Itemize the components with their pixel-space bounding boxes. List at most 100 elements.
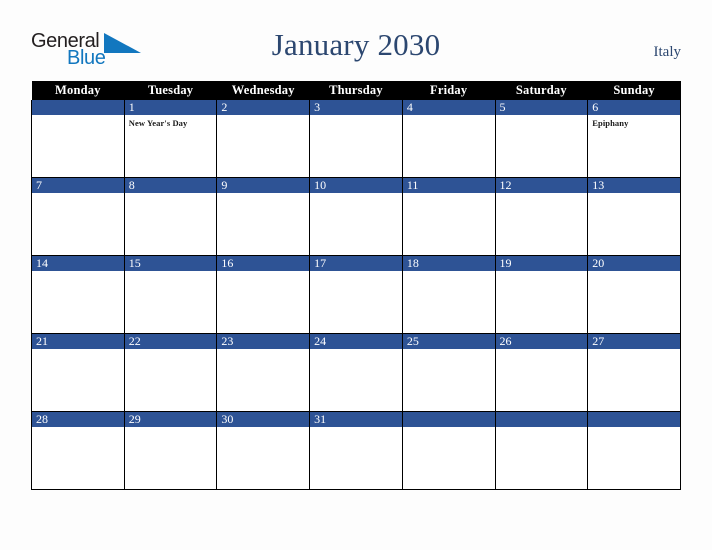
calendar-day-cell[interactable]: 15 [123,255,218,334]
day-number: 19 [495,256,588,271]
day-content [496,271,588,274]
calendar-day-cell[interactable]: 12 [494,177,589,256]
calendar-week-row: 7 8 9 10 11 12 13 [31,177,681,256]
calendar-day-cell[interactable]: 24 [309,333,403,412]
weekday-header-wednesday: Wednesday [216,81,310,100]
calendar-day-cell[interactable]: 8 [123,177,218,256]
calendar-body: 1 New Year's Day 2 3 4 5 6 Epiphany 7 8 9 10 11 12 13 1… [31,100,681,490]
day-content [32,427,124,430]
calendar-day-cell[interactable]: 30 [216,411,311,490]
day-number: 23 [217,334,310,349]
calendar-day-cell[interactable]: 29 [123,411,218,490]
calendar-day-cell[interactable]: 13 [587,177,681,256]
calendar-empty-cell[interactable] [31,100,125,178]
calendar-day-cell[interactable]: 2 [216,100,311,178]
calendar-week-row: 14 15 16 17 18 19 20 [31,255,681,334]
country-label: Italy [653,44,682,60]
day-content [496,427,588,430]
day-number: 16 [217,256,310,271]
day-number: 25 [402,334,495,349]
day-number [495,412,588,427]
calendar-day-cell[interactable]: 22 [123,333,218,412]
calendar-day-cell[interactable]: 25 [401,333,496,412]
calendar-day-cell[interactable]: 11 [401,177,496,256]
calendar-day-cell[interactable]: 4 [401,100,496,178]
day-number: 28 [32,412,124,427]
calendar-day-cell[interactable]: 16 [216,255,311,334]
day-number: 5 [495,100,588,115]
page-header: General Blue January 2030 Italy [0,0,712,78]
calendar-day-cell[interactable]: 18 [401,255,496,334]
day-content [403,193,495,196]
day-number: 15 [124,256,217,271]
day-content [310,349,402,352]
calendar-day-cell[interactable]: 19 [494,255,589,334]
day-content [125,349,217,352]
day-number: 6 [588,100,680,115]
calendar-empty-cell[interactable] [587,411,681,490]
day-number: 2 [217,100,310,115]
calendar-day-cell[interactable]: 23 [216,333,311,412]
calendar-grid-container: Monday Tuesday Wednesday Thursday Friday… [31,81,681,490]
day-content [125,427,217,430]
weekday-header-tuesday: Tuesday [124,81,217,100]
day-content [32,271,124,274]
day-content [310,271,402,274]
day-number: 3 [310,100,402,115]
holiday-label: Epiphany [592,118,629,128]
calendar-day-cell[interactable]: 7 [31,177,125,256]
day-number: 10 [310,178,402,193]
calendar-day-cell[interactable]: 6 Epiphany [587,100,681,178]
calendar-day-cell[interactable]: 9 [216,177,311,256]
day-content [588,271,680,274]
calendar-day-cell[interactable]: 28 [31,411,125,490]
calendar-day-cell[interactable]: 31 [309,411,403,490]
calendar-week-row: 21 22 23 24 25 26 27 [31,333,681,412]
calendar-day-cell[interactable]: 1 New Year's Day [123,100,218,178]
calendar-day-cell[interactable]: 20 [587,255,681,334]
day-number: 24 [310,334,402,349]
calendar-empty-cell[interactable] [401,411,496,490]
day-number: 20 [588,256,680,271]
day-number: 9 [217,178,310,193]
day-content [32,349,124,352]
day-content [588,193,680,196]
day-content [588,427,680,430]
day-content [310,115,402,118]
page-title: January 2030 [271,27,441,62]
weekday-header-row: Monday Tuesday Wednesday Thursday Friday… [31,81,681,100]
day-number [32,100,124,115]
day-number: 1 [124,100,217,115]
day-content [217,271,309,274]
calendar-day-cell[interactable]: 27 [587,333,681,412]
day-content: Epiphany [588,115,680,129]
calendar-day-cell[interactable]: 5 [494,100,589,178]
weekday-header-friday: Friday [402,81,496,100]
day-number: 30 [217,412,310,427]
day-content [403,427,495,430]
day-content [588,349,680,352]
day-number [402,412,495,427]
calendar-header-row-group: Monday Tuesday Wednesday Thursday Friday… [31,81,681,100]
calendar-day-cell[interactable]: 26 [494,333,589,412]
day-number: 14 [32,256,124,271]
day-content [217,193,309,196]
day-content [403,349,495,352]
day-content [217,427,309,430]
day-number: 21 [32,334,124,349]
day-number: 4 [402,100,495,115]
day-number: 11 [402,178,495,193]
calendar-day-cell[interactable]: 10 [309,177,403,256]
weekday-header-thursday: Thursday [309,81,403,100]
calendar-day-cell[interactable]: 17 [309,255,403,334]
calendar-day-cell[interactable]: 21 [31,333,125,412]
weekday-header-saturday: Saturday [495,81,588,100]
weekday-header-sunday: Sunday [587,81,681,100]
calendar-day-cell[interactable]: 3 [309,100,403,178]
day-number: 22 [124,334,217,349]
holiday-label: New Year's Day [128,118,188,128]
calendar-day-cell[interactable]: 14 [31,255,125,334]
calendar-table: Monday Tuesday Wednesday Thursday Friday… [31,81,681,490]
day-number: 29 [124,412,217,427]
calendar-empty-cell[interactable] [494,411,589,490]
